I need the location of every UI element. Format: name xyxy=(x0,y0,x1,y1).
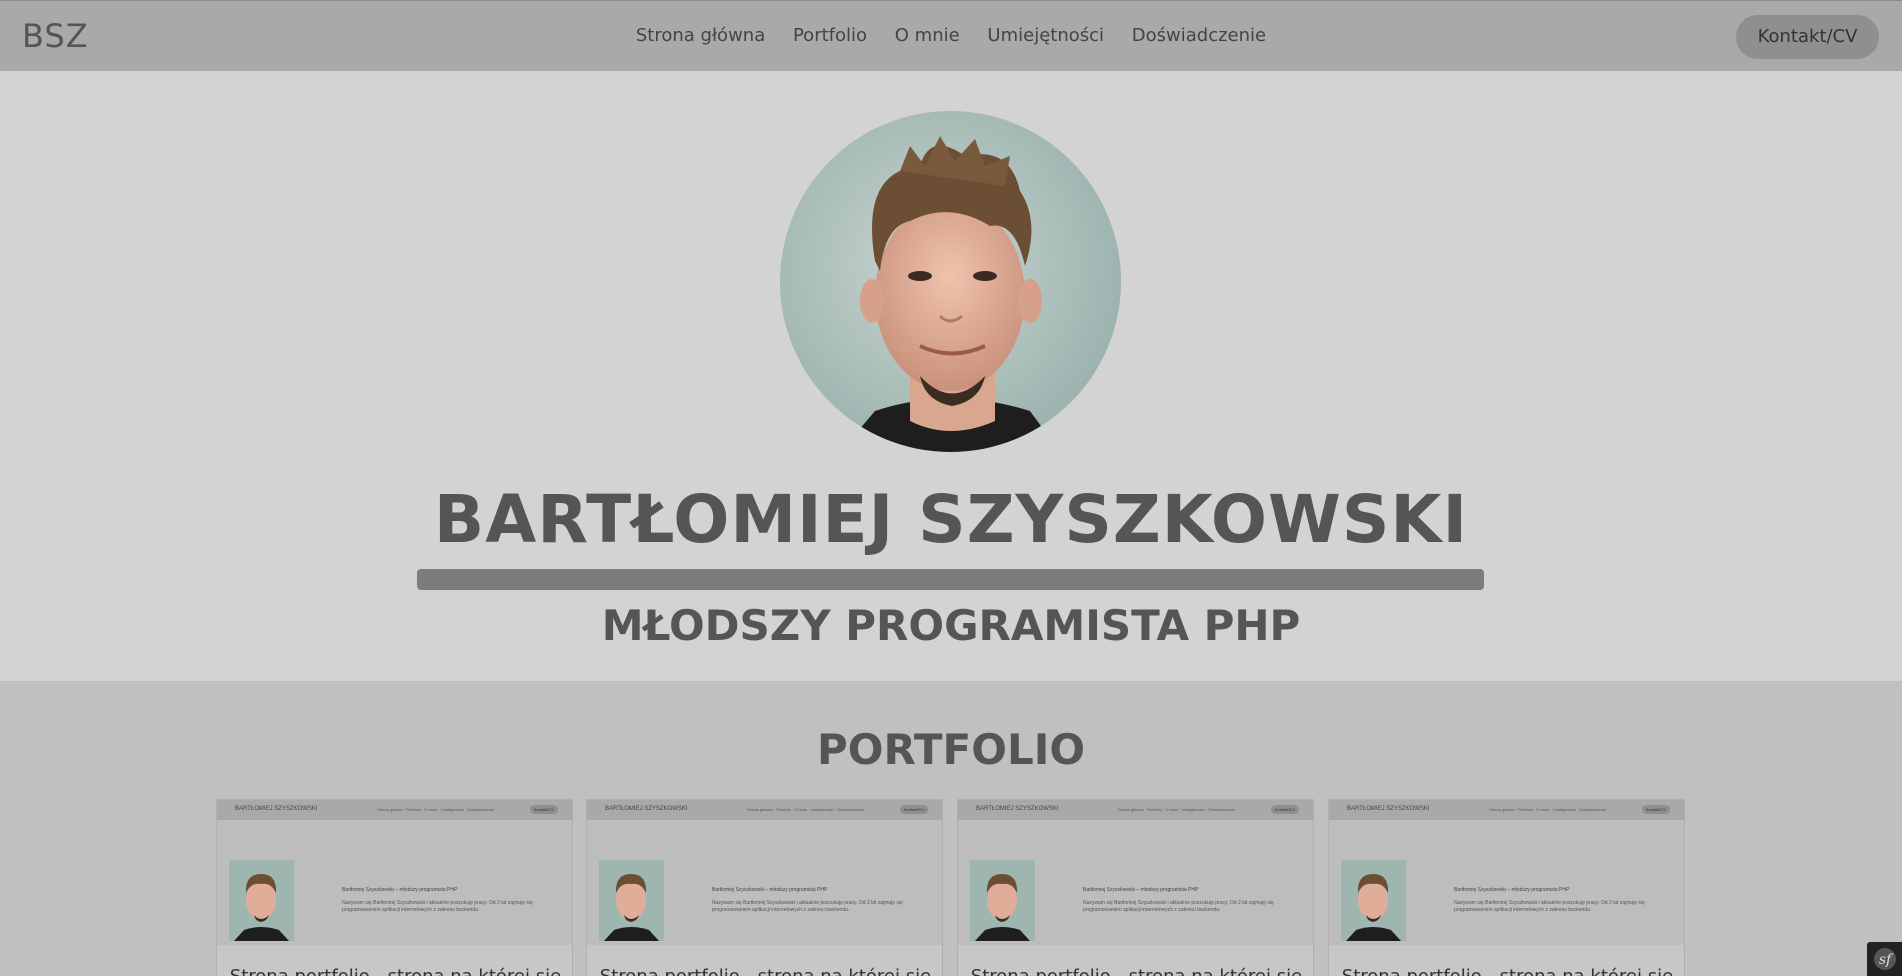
screenshot-photo xyxy=(1341,860,1406,941)
card-title: Strona portfolio - strona na której się xyxy=(1329,966,1684,976)
card-screenshot: BARTŁOMIEJ SZYSZKOWSKI Strona główna · P… xyxy=(217,800,572,945)
screenshot-button: Kontakt/CV xyxy=(1642,805,1670,814)
card-screenshot: BARTŁOMIEJ SZYSZKOWSKI Strona główna · P… xyxy=(958,800,1313,945)
symfony-toolbar-icon[interactable]: sf xyxy=(1867,942,1902,976)
portfolio-section: PORTFOLIO BARTŁOMIEJ SZYSZKOWSKI Strona … xyxy=(0,681,1902,976)
screenshot-brand: BARTŁOMIEJ SZYSZKOWSKI xyxy=(235,806,318,812)
portfolio-card[interactable]: BARTŁOMIEJ SZYSZKOWSKI Strona główna · P… xyxy=(586,799,943,976)
portfolio-heading: PORTFOLIO xyxy=(816,725,1086,774)
screenshot-brand: BARTŁOMIEJ SZYSZKOWSKI xyxy=(976,806,1059,812)
card-screenshot: BARTŁOMIEJ SZYSZKOWSKI Strona główna · P… xyxy=(1329,800,1684,945)
nav-links: Strona główna Portfolio O mnie Umiejętno… xyxy=(0,25,1902,46)
nav-link-home[interactable]: Strona główna xyxy=(636,25,765,46)
nav-link-about[interactable]: O mnie xyxy=(895,25,960,46)
screenshot-lead: Bartłomiej Szyszkowski – młodszy program… xyxy=(342,887,458,893)
profile-photo xyxy=(780,111,1121,452)
screenshot-links: Strona główna · Portfolio · O mnie · Umi… xyxy=(1489,807,1607,812)
screenshot-body: Nazywam się Bartłomiej Szyszkowski i akt… xyxy=(342,900,533,913)
nav-link-skills[interactable]: Umiejętności xyxy=(987,25,1104,46)
screenshot-body: Nazywam się Bartłomiej Szyszkowski i akt… xyxy=(712,900,903,913)
screenshot-links: Strona główna · Portfolio · O mnie · Umi… xyxy=(377,807,495,812)
screenshot-lead: Bartłomiej Szyszkowski – młodszy program… xyxy=(712,887,828,893)
portfolio-card[interactable]: BARTŁOMIEJ SZYSZKOWSKI Strona główna · P… xyxy=(216,799,573,976)
screenshot-links: Strona główna · Portfolio · O mnie · Umi… xyxy=(1118,807,1236,812)
hero-name: BARTŁOMIEJ SZYSZKOWSKI xyxy=(433,481,1469,558)
contact-cv-button[interactable]: Kontakt/CV xyxy=(1736,15,1879,59)
screenshot-lead: Bartłomiej Szyszkowski – młodszy program… xyxy=(1083,887,1199,893)
portfolio-card[interactable]: BARTŁOMIEJ SZYSZKOWSKI Strona główna · P… xyxy=(1328,799,1685,976)
screenshot-photo xyxy=(599,860,664,941)
screenshot-photo xyxy=(970,860,1035,941)
hero-section: BARTŁOMIEJ SZYSZKOWSKI MŁODSZY PROGRAMIS… xyxy=(0,71,1902,681)
screenshot-brand: BARTŁOMIEJ SZYSZKOWSKI xyxy=(605,806,688,812)
navbar: BSZ Strona główna Portfolio O mnie Umiej… xyxy=(0,0,1902,71)
screenshot-links: Strona główna · Portfolio · O mnie · Umi… xyxy=(747,807,865,812)
screenshot-button: Kontakt/CV xyxy=(1271,805,1299,814)
screenshot-photo xyxy=(229,860,294,941)
nav-link-portfolio[interactable]: Portfolio xyxy=(793,25,867,46)
card-title: Strona portfolio - strona na której się xyxy=(958,966,1313,976)
screenshot-button: Kontakt/CV xyxy=(530,805,558,814)
card-screenshot: BARTŁOMIEJ SZYSZKOWSKI Strona główna · P… xyxy=(587,800,942,945)
screenshot-brand: BARTŁOMIEJ SZYSZKOWSKI xyxy=(1347,806,1430,812)
portfolio-card[interactable]: BARTŁOMIEJ SZYSZKOWSKI Strona główna · P… xyxy=(957,799,1314,976)
screenshot-lead: Bartłomiej Szyszkowski – młodszy program… xyxy=(1454,887,1570,893)
card-title: Strona portfolio - strona na której się xyxy=(587,966,942,976)
hero-job-title: MŁODSZY PROGRAMISTA PHP xyxy=(601,601,1301,650)
nav-link-experience[interactable]: Doświadczenie xyxy=(1132,25,1266,46)
card-title: Strona portfolio - strona na której się xyxy=(217,966,572,976)
screenshot-button: Kontakt/CV xyxy=(900,805,928,814)
hero-divider xyxy=(417,569,1484,590)
screenshot-body: Nazywam się Bartłomiej Szyszkowski i akt… xyxy=(1083,900,1274,913)
screenshot-body: Nazywam się Bartłomiej Szyszkowski i akt… xyxy=(1454,900,1645,913)
